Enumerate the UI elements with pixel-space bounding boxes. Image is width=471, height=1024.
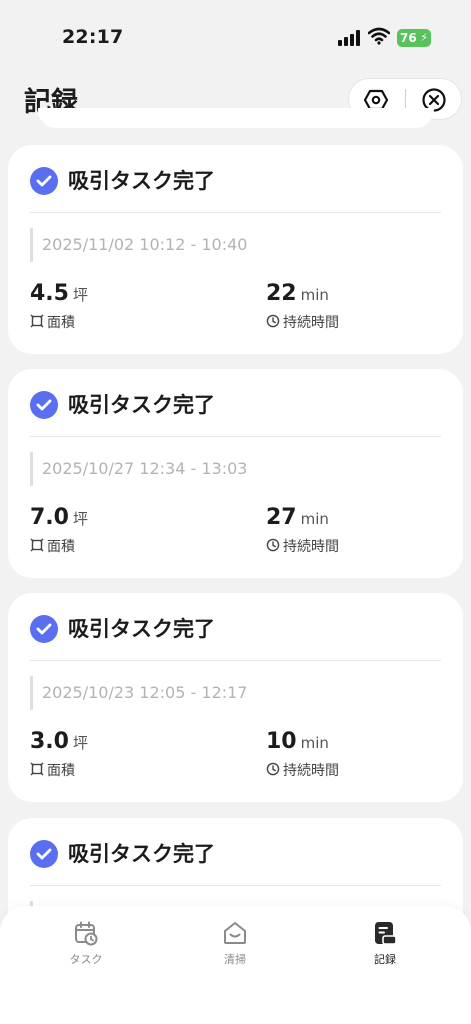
- clock-icon: [266, 762, 280, 776]
- card-title: 吸引タスク完了: [68, 617, 215, 641]
- tab-bar: タスク 清掃 記録: [0, 906, 471, 1024]
- duration-value: 27: [266, 505, 297, 530]
- time-range: 2025/10/27 12:34 - 13:03: [42, 459, 248, 478]
- tab-label: 清掃: [224, 953, 246, 966]
- time-accent-bar: [30, 452, 33, 486]
- record-list: 吸引タスク完了 2025/11/02 10:12 - 10:40 4.5 坪 面積…: [0, 0, 471, 1024]
- check-circle-icon: [30, 615, 58, 643]
- duration-stat: 10 min 持続時間: [266, 729, 339, 779]
- record-book-icon: [375, 922, 397, 945]
- duration-value: 22: [266, 281, 297, 306]
- calendar-clock-icon: [75, 921, 98, 946]
- record-card[interactable]: 吸引タスク完了 2025/11/02 10:12 - 10:40 4.5 坪 面積…: [8, 145, 463, 354]
- check-circle-icon: [30, 840, 58, 868]
- card-divider: [30, 660, 441, 661]
- duration-stat: 27 min 持続時間: [266, 505, 339, 555]
- tab-record[interactable]: 記録: [345, 920, 425, 972]
- area-stat: 4.5 坪 面積: [30, 281, 88, 331]
- check-circle-icon: [30, 391, 58, 419]
- card-divider: [30, 885, 441, 886]
- time-range: 2025/10/23 12:05 - 12:17: [42, 683, 248, 702]
- tab-clean[interactable]: 清掃: [195, 920, 275, 972]
- card-divider: [30, 212, 441, 213]
- time-range: 2025/11/02 10:12 - 10:40: [42, 235, 248, 254]
- tab-label: 記録: [374, 953, 396, 966]
- area-frame-icon: [30, 538, 44, 552]
- area-value: 7.0: [30, 505, 69, 530]
- duration-unit: min: [300, 286, 329, 304]
- record-card[interactable]: 吸引タスク完了 2025/10/23 12:05 - 12:17 3.0 坪 面積…: [8, 593, 463, 802]
- duration-unit: min: [300, 734, 329, 752]
- duration-stat: 22 min 持続時間: [266, 281, 339, 331]
- area-unit: 坪: [72, 510, 88, 528]
- home-icon: [224, 922, 246, 944]
- area-frame-icon: [30, 314, 44, 328]
- area-stat: 3.0 坪 面積: [30, 729, 88, 779]
- card-title: 吸引タスク完了: [68, 169, 215, 193]
- duration-unit: min: [300, 510, 329, 528]
- clock-icon: [266, 314, 280, 328]
- clock-icon: [266, 538, 280, 552]
- card-title: 吸引タスク完了: [68, 393, 215, 417]
- time-accent-bar: [30, 228, 33, 262]
- area-unit: 坪: [72, 734, 88, 752]
- area-value: 4.5: [30, 281, 69, 306]
- card-title: 吸引タスク完了: [68, 842, 215, 866]
- duration-label: 持続時間: [283, 539, 339, 555]
- record-card[interactable]: 吸引タスク完了 2025/10/27 12:34 - 13:03 7.0 坪 面積…: [8, 369, 463, 578]
- area-value: 3.0: [30, 729, 69, 754]
- area-label: 面積: [47, 763, 75, 779]
- area-stat: 7.0 坪 面積: [30, 505, 88, 555]
- area-label: 面積: [47, 539, 75, 555]
- area-label: 面積: [47, 315, 75, 331]
- duration-label: 持続時間: [283, 763, 339, 779]
- area-unit: 坪: [72, 286, 88, 304]
- area-frame-icon: [30, 762, 44, 776]
- duration-label: 持続時間: [283, 315, 339, 331]
- card-divider: [30, 436, 441, 437]
- check-circle-icon: [30, 167, 58, 195]
- tab-task[interactable]: タスク: [46, 920, 126, 972]
- duration-value: 10: [266, 729, 297, 754]
- time-accent-bar: [30, 676, 33, 710]
- tab-label: タスク: [69, 953, 103, 966]
